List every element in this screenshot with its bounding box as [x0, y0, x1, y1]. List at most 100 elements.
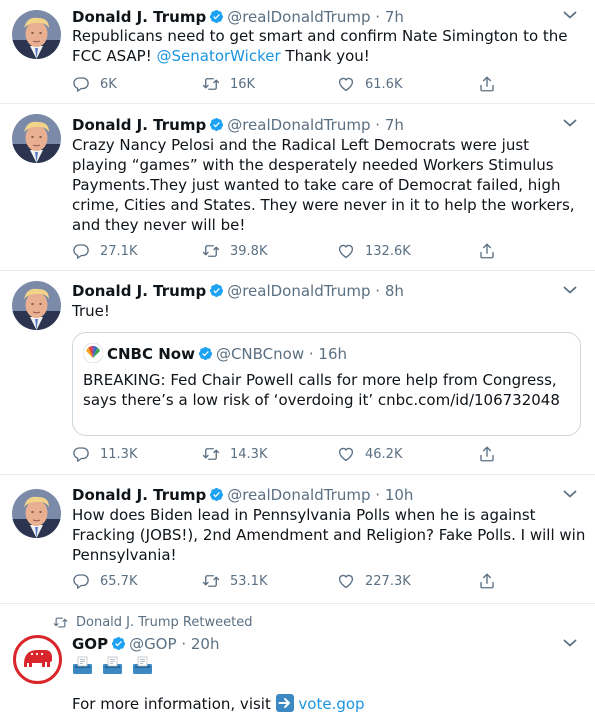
avatar[interactable]: [12, 281, 61, 330]
chevron-down-icon[interactable]: [563, 489, 577, 499]
like-count: 227.3K: [365, 573, 411, 589]
author-name[interactable]: Donald J. Trump: [72, 486, 206, 504]
verified-badge-icon: [198, 346, 213, 361]
retweet-icon: [53, 615, 68, 630]
retweet-count: 53.1K: [230, 573, 268, 589]
verified-badge-icon: [209, 283, 224, 298]
retweet-button[interactable]: 16K: [202, 74, 255, 94]
tweet-text-part: Thank you!: [280, 47, 370, 65]
ballot-box-icon: [102, 656, 123, 675]
quoted-tweet[interactable]: CNBC Now @CNBCnow · 16h BREAKING: Fed Cha…: [72, 332, 581, 436]
quoted-author-handle: @CNBCnow: [215, 345, 305, 363]
author-handle[interactable]: @realDonaldTrump: [227, 116, 370, 134]
ballot-box-icon: [132, 656, 153, 675]
tweet-time[interactable]: · 8h: [375, 282, 404, 300]
retweet-button[interactable]: 39.8K: [202, 241, 267, 261]
ballot-box-icon: [72, 656, 93, 675]
tweet-text: How does Biden lead in Pennsylvania Poll…: [72, 506, 586, 564]
reply-count: 65.7K: [100, 573, 138, 589]
share-button[interactable]: [478, 571, 506, 591]
reply-button[interactable]: 27.1K: [72, 241, 137, 261]
reply-icon: [72, 75, 90, 93]
verified-badge-icon: [111, 636, 126, 651]
like-button[interactable]: 46.2K: [337, 444, 402, 464]
retweet-button[interactable]: 53.1K: [202, 571, 267, 591]
like-button[interactable]: 61.6K: [337, 74, 402, 94]
like-count: 132.6K: [365, 243, 411, 259]
author-handle[interactable]: @realDonaldTrump: [227, 8, 370, 26]
reply-count: 6K: [100, 76, 117, 92]
tweet[interactable]: Donald J. Trump Retweeted GOP @GOP · 20h …: [0, 604, 595, 722]
quoted-tweet-header: CNBC Now @CNBCnow · 16h: [82, 342, 348, 364]
share-button[interactable]: [478, 241, 506, 261]
tweet-actions: 65.7K 53.1K 227.3K: [72, 571, 502, 591]
author-handle[interactable]: @realDonaldTrump: [227, 486, 370, 504]
author-name[interactable]: Donald J. Trump: [72, 8, 206, 26]
tweet-text: Crazy Nancy Pelosi and the Radical Left …: [72, 136, 575, 234]
tweet-time[interactable]: · 10h: [375, 486, 413, 504]
quoted-tweet-text: BREAKING: Fed Chair Powell calls for mor…: [83, 371, 560, 409]
avatar[interactable]: [12, 634, 63, 685]
avatar[interactable]: [12, 10, 61, 59]
quoted-tweet-time: · 16h: [308, 345, 348, 363]
author-handle[interactable]: @GOP: [129, 635, 176, 653]
quoted-author-name: CNBC Now: [107, 345, 195, 363]
reply-count: 27.1K: [100, 243, 138, 259]
share-icon: [478, 572, 496, 590]
tweet-time[interactable]: · 7h: [375, 8, 404, 26]
reply-button[interactable]: 11.3K: [72, 444, 137, 464]
like-count: 61.6K: [365, 76, 403, 92]
reply-button[interactable]: 6K: [72, 74, 117, 94]
tweet[interactable]: Donald J. Trump @realDonaldTrump · 8h Tru…: [0, 271, 595, 475]
retweet-icon: [202, 445, 220, 463]
share-icon: [478, 445, 496, 463]
chevron-down-icon[interactable]: [563, 118, 577, 128]
retweet-count: 16K: [230, 76, 256, 92]
retweet-count: 39.8K: [230, 243, 268, 259]
avatar[interactable]: [12, 489, 61, 538]
verified-badge-icon: [209, 487, 224, 502]
chevron-down-icon[interactable]: [563, 638, 577, 648]
author-name[interactable]: Donald J. Trump: [72, 282, 206, 300]
like-button[interactable]: 227.3K: [337, 571, 411, 591]
tweet[interactable]: Donald J. Trump @realDonaldTrump · 10h Ho…: [0, 475, 595, 604]
gop-elephant-logo: [12, 634, 63, 685]
share-button[interactable]: [478, 74, 506, 94]
tweet-header: Donald J. Trump @realDonaldTrump · 10h: [72, 485, 555, 505]
tweet-text: True!: [72, 302, 110, 320]
reply-count: 11.3K: [100, 446, 138, 462]
share-button[interactable]: [478, 444, 506, 464]
retweet-button[interactable]: 14.3K: [202, 444, 267, 464]
avatar[interactable]: [12, 114, 61, 163]
like-button[interactable]: 132.6K: [337, 241, 411, 261]
author-name[interactable]: Donald J. Trump: [72, 116, 206, 134]
share-icon: [478, 242, 496, 260]
chevron-down-icon[interactable]: [563, 10, 577, 20]
heart-icon: [337, 242, 355, 260]
vote-gop-link[interactable]: vote.gop: [298, 695, 364, 713]
mention-link[interactable]: @SenatorWicker: [157, 47, 281, 65]
verified-badge-icon: [209, 117, 224, 132]
like-count: 46.2K: [365, 446, 403, 462]
author-name[interactable]: GOP: [72, 635, 108, 653]
tweet-actions: 6K 16K 61.6K: [72, 74, 502, 94]
tweet[interactable]: Donald J. Trump @realDonaldTrump · 7h Rep…: [0, 0, 595, 104]
chevron-down-icon[interactable]: [563, 285, 577, 295]
right-arrow-icon: [275, 694, 294, 712]
tweet[interactable]: Donald J. Trump @realDonaldTrump · 7h Cra…: [0, 104, 595, 271]
reply-icon: [72, 572, 90, 590]
author-handle[interactable]: @realDonaldTrump: [227, 282, 370, 300]
emoji-row: [72, 656, 153, 678]
tweet-time[interactable]: · 20h: [181, 635, 219, 653]
tweet-actions: 11.3K 14.3K 46.2K: [72, 444, 502, 464]
heart-icon: [337, 75, 355, 93]
reply-button[interactable]: 65.7K: [72, 571, 137, 591]
reply-icon: [72, 242, 90, 260]
verified-badge-icon: [209, 9, 224, 24]
tweet-text: Republicans need to get smart and confir…: [72, 26, 587, 66]
tweet-time[interactable]: · 7h: [375, 116, 404, 134]
nbc-peacock-logo: [82, 342, 104, 364]
retweeted-by-line[interactable]: Donald J. Trump Retweeted: [53, 613, 252, 631]
tweet-header: Donald J. Trump @realDonaldTrump · 8h: [72, 281, 555, 301]
tweet-header: Donald J. Trump @realDonaldTrump · 7h: [72, 7, 555, 27]
